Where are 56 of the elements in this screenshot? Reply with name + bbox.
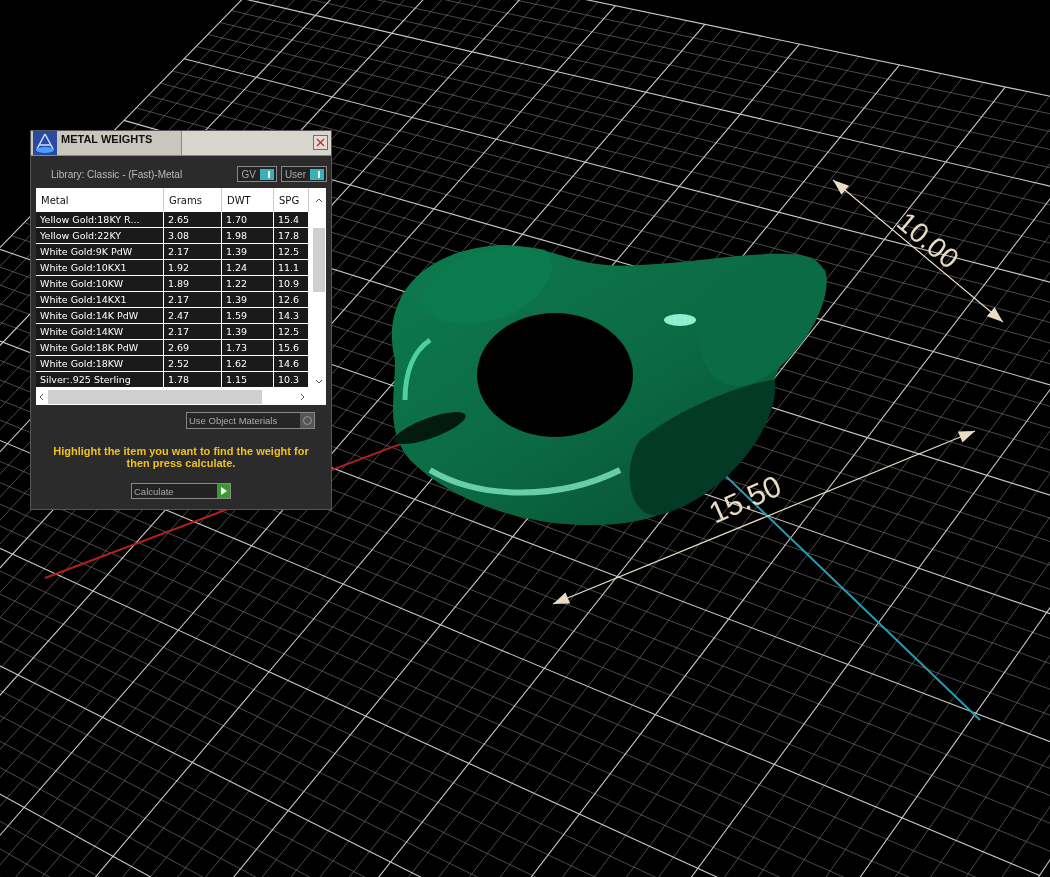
table-cell[interactable]: 12.5 bbox=[274, 244, 309, 260]
table-cell[interactable]: 1.62 bbox=[222, 356, 274, 372]
table-cell[interactable]: 15.4 bbox=[274, 212, 309, 228]
table-cell[interactable]: Silver:.925 Sterling bbox=[36, 372, 164, 388]
table-cell[interactable]: 14.6 bbox=[274, 356, 309, 372]
object-materials-option[interactable]: Use Object Materials bbox=[186, 412, 315, 429]
table-cell[interactable]: 2.69 bbox=[164, 340, 222, 356]
table-cell[interactable]: White Gold:10KX1 bbox=[36, 260, 164, 276]
table-cell[interactable]: 2.47 bbox=[164, 308, 222, 324]
table-cell[interactable]: White Gold:14K PdW bbox=[36, 308, 164, 324]
table-cell[interactable]: 1.70 bbox=[222, 212, 274, 228]
toggle-button[interactable]: GV bbox=[237, 166, 277, 182]
table-cell[interactable]: 11.1 bbox=[274, 260, 309, 276]
table-cell[interactable]: 10.9 bbox=[274, 276, 309, 292]
close-icon bbox=[316, 138, 325, 147]
table-cell[interactable]: 2.17 bbox=[164, 292, 222, 308]
table-cell[interactable]: 1.15 bbox=[222, 372, 274, 388]
table-cell[interactable]: White Gold:10KW bbox=[36, 276, 164, 292]
table-cell[interactable]: 17.8 bbox=[274, 228, 309, 244]
table-cell[interactable]: 1.78 bbox=[164, 372, 222, 388]
instruction-text: Highlight the item you want to find the weight for then press calculate. bbox=[52, 445, 310, 469]
table-cell[interactable]: 1.22 bbox=[222, 276, 274, 292]
table-cell[interactable]: 1.98 bbox=[222, 228, 274, 244]
calculate-button[interactable]: Calculate bbox=[131, 483, 231, 499]
table-cell[interactable]: 2.17 bbox=[164, 324, 222, 340]
play-icon bbox=[220, 487, 227, 495]
library-label: Library: Classic - (Fast)-Metal bbox=[51, 168, 184, 180]
scale-icon bbox=[33, 131, 57, 155]
table-cell[interactable]: 1.39 bbox=[222, 244, 274, 260]
table-cell[interactable]: 1.39 bbox=[222, 292, 274, 308]
close-button[interactable] bbox=[313, 135, 328, 150]
table-cell[interactable]: 2.52 bbox=[164, 356, 222, 372]
table-cell[interactable]: White Gold:14KX1 bbox=[36, 292, 164, 308]
table-cell[interactable]: 2.65 bbox=[164, 212, 222, 228]
table-cell[interactable]: 3.08 bbox=[164, 228, 222, 244]
table-cell[interactable]: 2.17 bbox=[164, 244, 222, 260]
table-cell[interactable]: 1.39 bbox=[222, 324, 274, 340]
table-cell[interactable]: 15.6 bbox=[274, 340, 309, 356]
table-cell[interactable]: 12.6 bbox=[274, 292, 309, 308]
table-cell[interactable]: 12.5 bbox=[274, 324, 309, 340]
table-cell[interactable]: White Gold:18KW bbox=[36, 356, 164, 372]
table-cell[interactable]: 1.59 bbox=[222, 308, 274, 324]
table-cell[interactable]: Yellow Gold:18KY R... bbox=[36, 212, 164, 228]
table-cell[interactable]: Yellow Gold:22KY bbox=[36, 228, 164, 244]
table-cell[interactable]: White Gold:18K PdW bbox=[36, 340, 164, 356]
table-cell[interactable]: 1.73 bbox=[222, 340, 274, 356]
table-cell[interactable]: 1.24 bbox=[222, 260, 274, 276]
table-cell[interactable]: White Gold:9K PdW bbox=[36, 244, 164, 260]
table-cell[interactable]: 10.3 bbox=[274, 372, 309, 388]
table-cell[interactable]: 1.92 bbox=[164, 260, 222, 276]
dimension-label: 15.50 bbox=[704, 468, 787, 530]
toggle-button[interactable]: User bbox=[280, 166, 327, 182]
panel-title: METAL WEIGHTS bbox=[61, 132, 153, 145]
table-cell[interactable]: White Gold:14KW bbox=[36, 324, 164, 340]
table-cell[interactable]: 14.3 bbox=[274, 308, 309, 324]
table-cell[interactable]: 1.89 bbox=[164, 276, 222, 292]
